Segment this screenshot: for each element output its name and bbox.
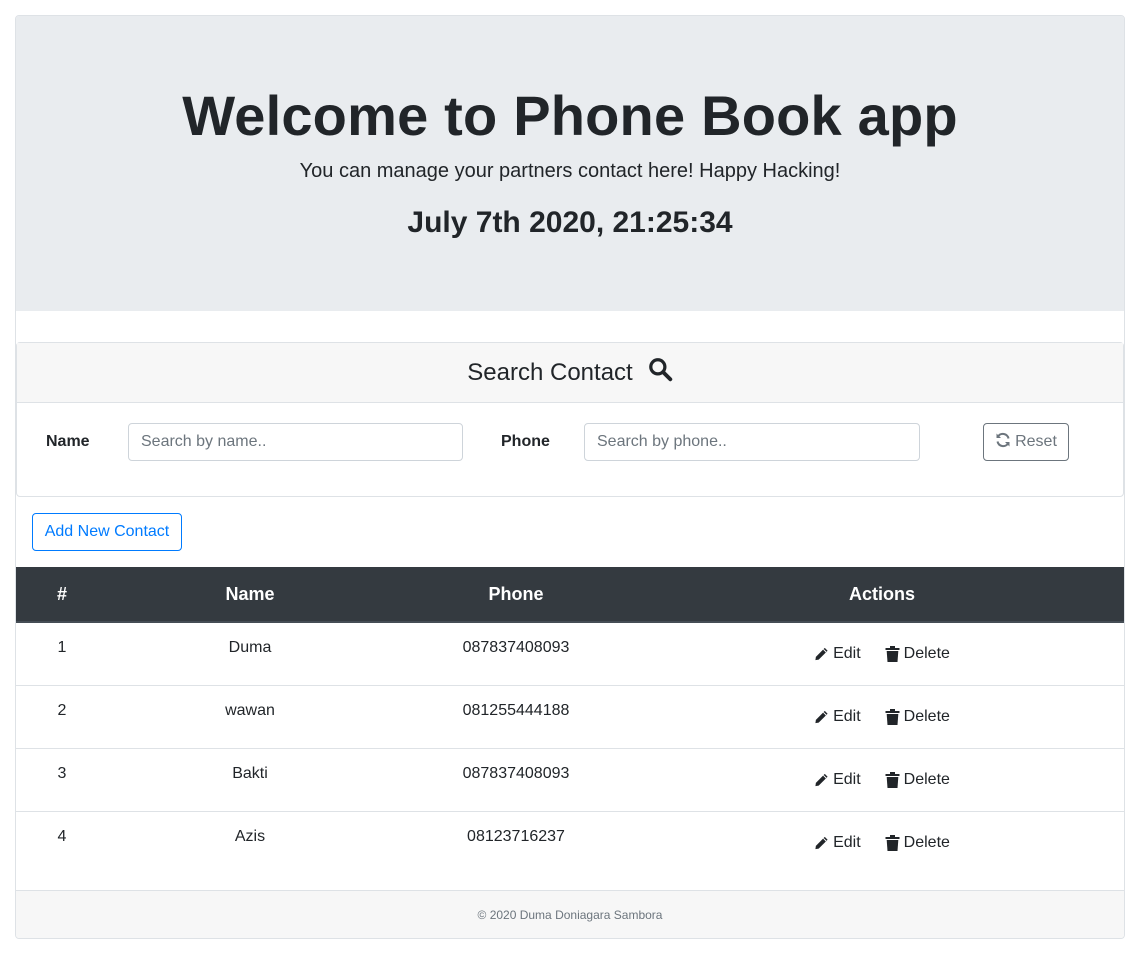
edit-label: Edit [833, 707, 861, 725]
column-header-number: # [16, 567, 108, 623]
reset-button-label: Reset [1015, 433, 1057, 450]
search-card-title: Search Contact [467, 358, 633, 386]
delete-label: Delete [903, 770, 950, 788]
table-row: 1 Duma 087837408093 Edit Delete [16, 622, 1124, 685]
search-card-header: Search Contact [17, 343, 1123, 403]
delete-button[interactable]: Delete [885, 771, 950, 789]
row-number: 1 [57, 639, 67, 656]
page-title: Welcome to Phone Book app [182, 84, 958, 147]
contact-name: wawan [108, 684, 392, 748]
column-header-actions: Actions [640, 567, 1124, 623]
footer-copyright: © 2020 Duma Doniagara Sambora [477, 907, 663, 922]
trash-icon [885, 834, 900, 851]
row-number: 3 [16, 747, 108, 811]
refresh-icon [995, 432, 1011, 453]
edit-button[interactable]: Edit [814, 771, 861, 789]
name-label: Name [46, 433, 90, 450]
row-number: 4 [16, 810, 108, 874]
delete-button[interactable]: Delete [885, 645, 950, 663]
row-number: 2 [16, 684, 108, 748]
hero-banner: Welcome to Phone Book app You can manage… [16, 16, 1124, 311]
edit-button[interactable]: Edit [814, 708, 861, 726]
page-footer: © 2020 Duma Doniagara Sambora [16, 890, 1124, 938]
table-row: 2 wawan 081255444188 Edit Delete [16, 684, 1124, 748]
trash-icon [885, 708, 900, 725]
row-actions: Edit Delete [640, 684, 1124, 748]
search-card: Search Contact Name Phone Reset [16, 342, 1124, 497]
edit-label: Edit [833, 833, 861, 851]
table-row: 3 Bakti 087837408093 Edit Delete [16, 747, 1124, 811]
pencil-icon [815, 710, 828, 723]
table-header-row: # Name Phone Actions [16, 567, 1124, 623]
contact-phone: 08123716237 [392, 810, 640, 874]
add-contact-button[interactable]: Add New Contact [32, 513, 182, 551]
contact-name: Duma [228, 639, 272, 656]
delete-label: Delete [903, 707, 950, 725]
delete-button[interactable]: Delete [885, 708, 950, 726]
edit-button[interactable]: Edit [814, 645, 861, 663]
contacts-table: # Name Phone Actions 1 Duma 087837408093… [16, 567, 1124, 874]
delete-label: Delete [903, 833, 950, 851]
pencil-icon [815, 773, 828, 786]
contact-name: Azis [108, 810, 392, 874]
phone-label: Phone [501, 433, 550, 450]
contact-phone: 087837408093 [392, 747, 640, 811]
delete-button[interactable]: Delete [885, 834, 950, 852]
row-actions: Edit Delete [640, 747, 1124, 811]
row-actions: Edit Delete [640, 622, 1124, 685]
search-icon [647, 356, 673, 389]
current-datetime: July 7th 2020, 21:25:34 [407, 206, 733, 239]
app-container: Welcome to Phone Book app You can manage… [15, 15, 1125, 939]
column-header-name: Name [108, 567, 392, 623]
row-actions: Edit Delete [640, 810, 1124, 874]
edit-label: Edit [833, 645, 861, 662]
contact-phone: 087837408093 [462, 639, 570, 656]
delete-label: Delete [903, 645, 950, 662]
table-row: 4 Azis 08123716237 Edit Delete [16, 810, 1124, 874]
trash-icon [885, 646, 900, 662]
contact-phone: 081255444188 [392, 684, 640, 748]
column-header-phone: Phone [392, 567, 640, 623]
pencil-icon [815, 836, 828, 849]
search-name-input[interactable] [128, 423, 463, 461]
edit-button[interactable]: Edit [814, 834, 861, 852]
reset-button[interactable]: Reset [983, 423, 1069, 461]
search-phone-input[interactable] [584, 423, 920, 461]
edit-label: Edit [833, 770, 861, 788]
contact-name: Bakti [108, 747, 392, 811]
pencil-icon [815, 647, 828, 661]
trash-icon [885, 771, 900, 788]
page-subtitle: You can manage your partners contact her… [299, 160, 841, 182]
search-form: Name Phone Reset [17, 403, 1123, 497]
